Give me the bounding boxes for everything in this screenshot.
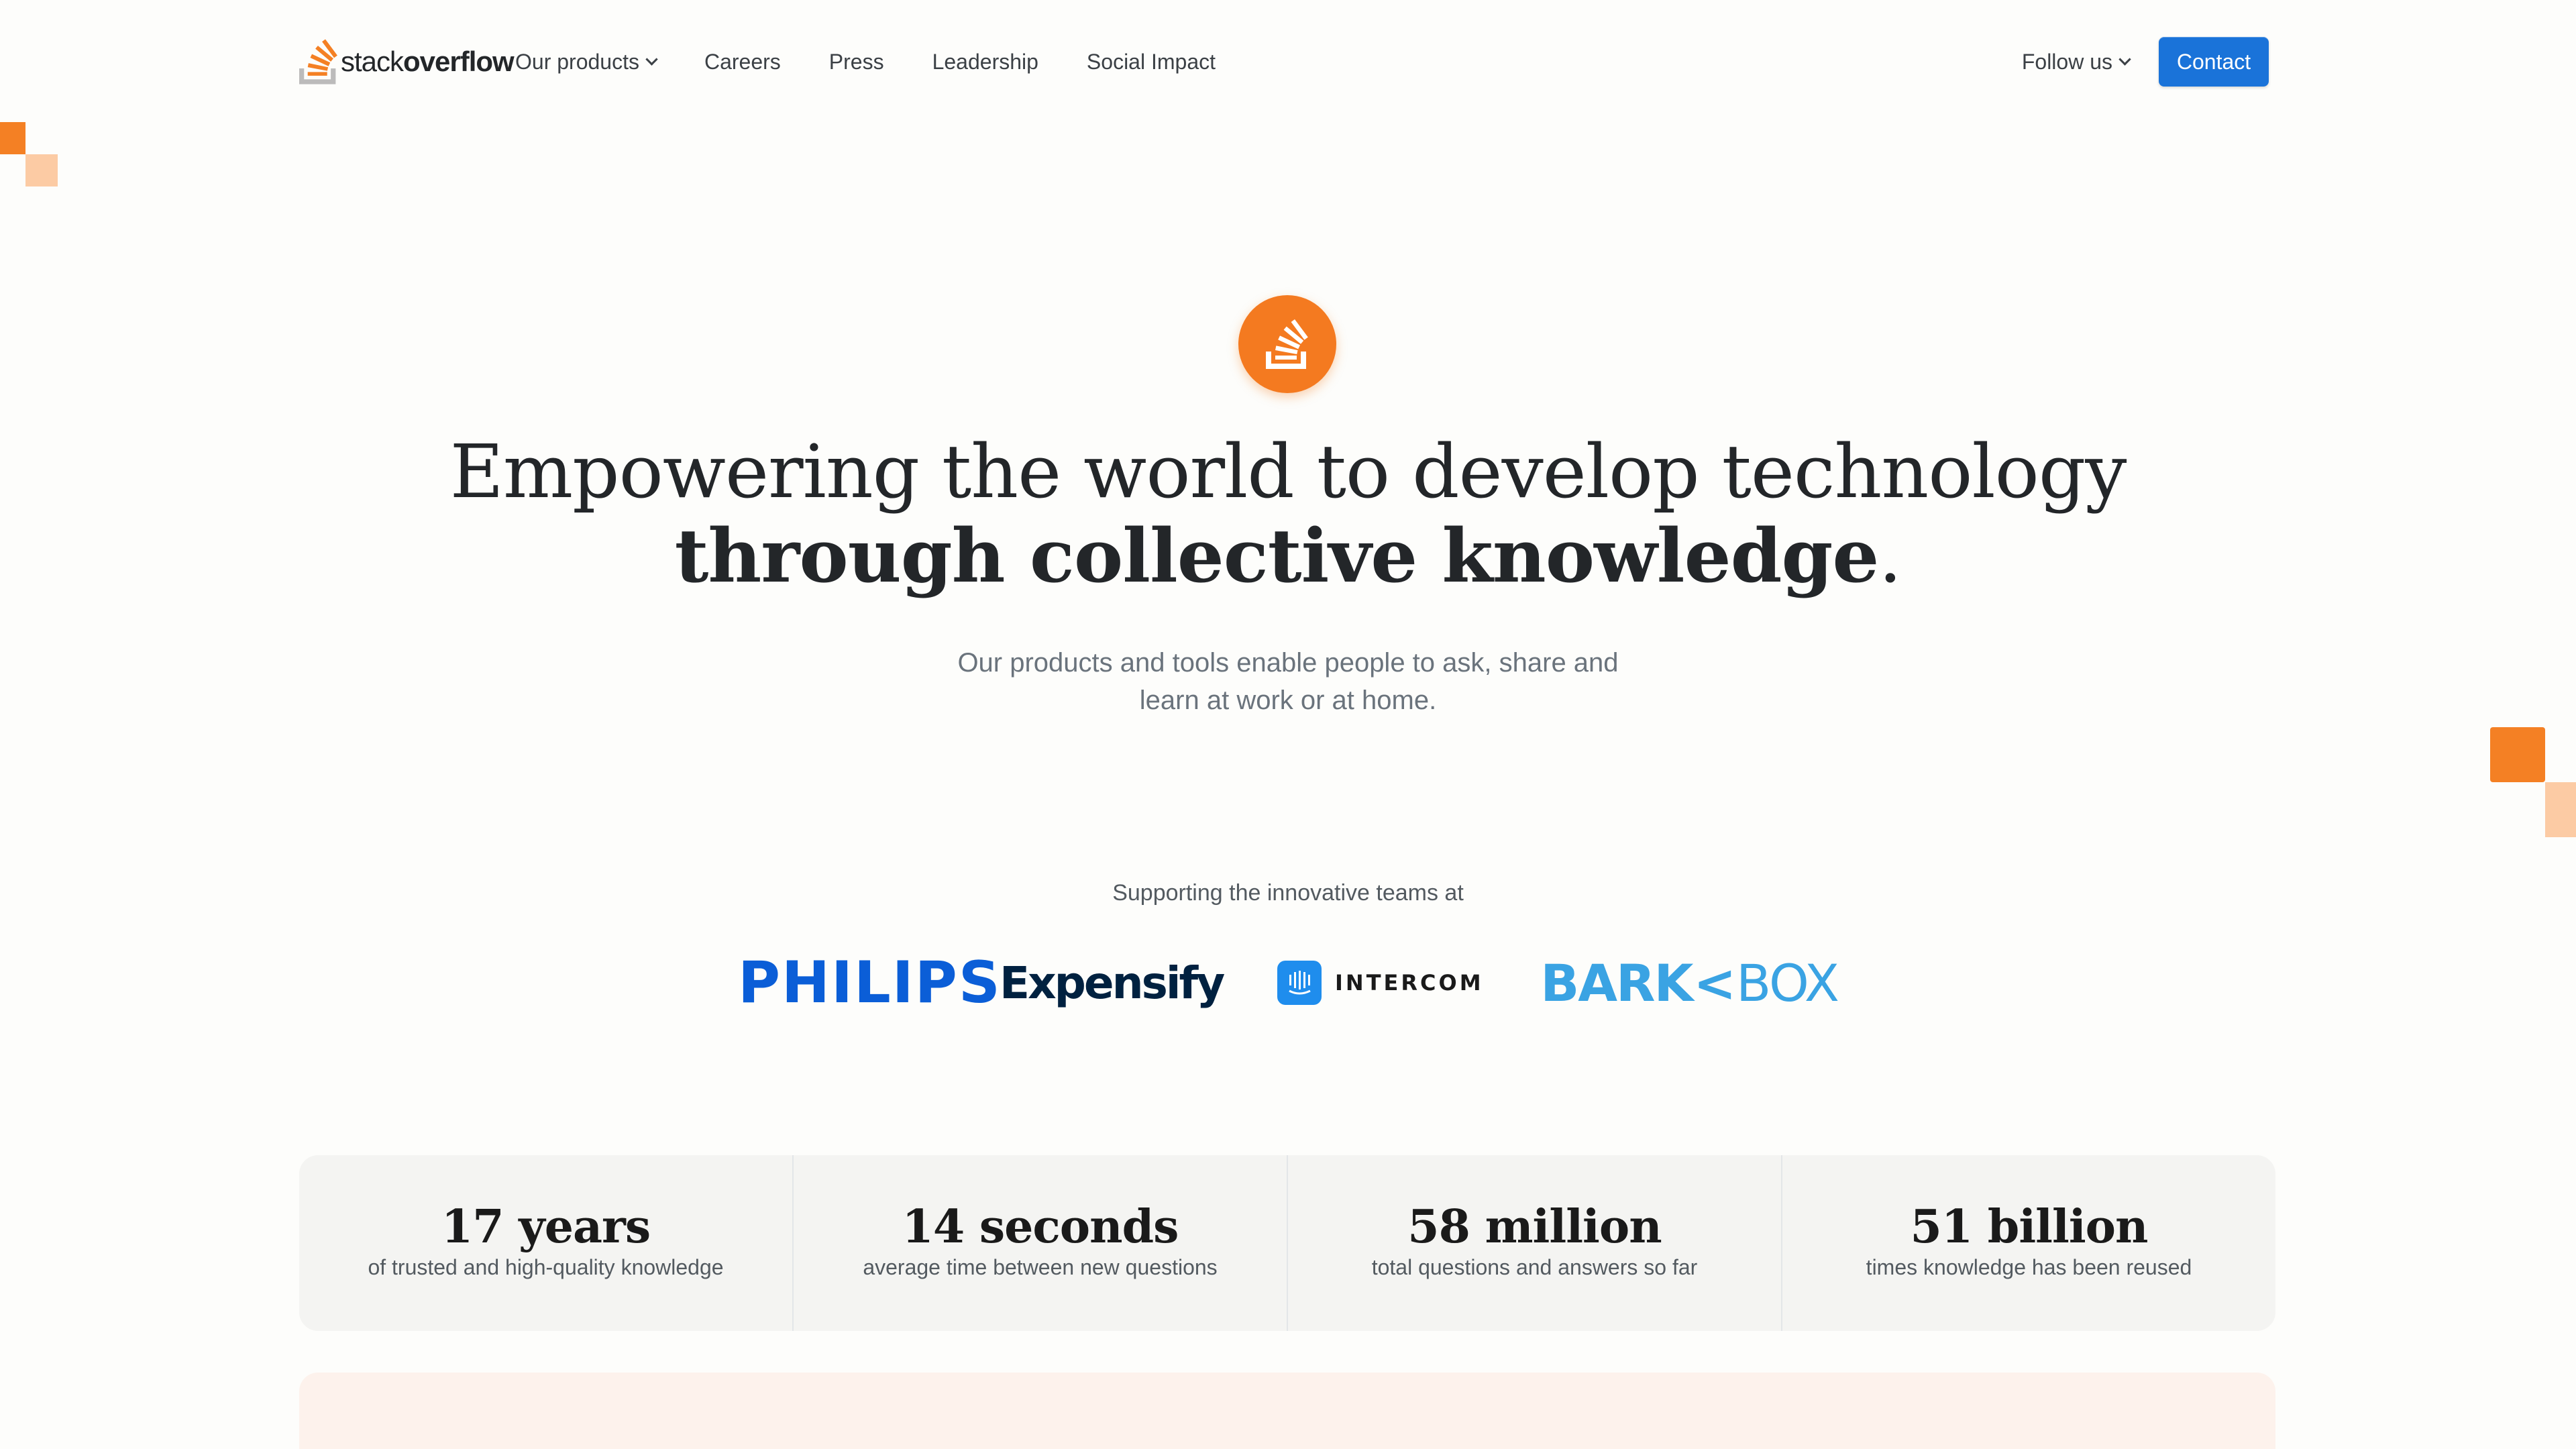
stat-value: 14 seconds bbox=[902, 1199, 1179, 1254]
chevron-down-icon bbox=[645, 52, 658, 66]
nav-our-products[interactable]: Our products bbox=[515, 49, 658, 74]
intercom-wordmark: INTERCOM bbox=[1335, 970, 1484, 996]
decorative-square bbox=[0, 122, 25, 154]
logo-wordmark: stackoverflow bbox=[341, 46, 515, 77]
follow-us-dropdown[interactable]: Follow us bbox=[2021, 49, 2131, 74]
subtext-line-1: Our products and tools enable people to … bbox=[957, 648, 1619, 678]
main-nav: Our products Careers Press Leadership So… bbox=[515, 50, 1264, 74]
intercom-logo: INTERCOM bbox=[1277, 961, 1540, 1005]
nav-leadership[interactable]: Leadership bbox=[932, 50, 1038, 74]
nav-label: Our products bbox=[515, 49, 639, 74]
stat-value: 51 billion bbox=[1910, 1199, 2149, 1254]
stackoverflow-logo-icon bbox=[299, 39, 337, 85]
nav-label: Press bbox=[828, 49, 884, 74]
nav-press[interactable]: Press bbox=[829, 50, 884, 74]
decorative-square bbox=[2490, 727, 2545, 782]
nav-label: Careers bbox=[704, 49, 781, 74]
decorative-square bbox=[25, 154, 58, 186]
supporting-teams-label: Supporting the innovative teams at bbox=[1112, 880, 1464, 906]
stat-label: times knowledge has been reused bbox=[1866, 1254, 2192, 1279]
headline-line-1: Empowering the world to develop technolo… bbox=[449, 429, 2127, 515]
nav-social-impact[interactable]: Social Impact bbox=[1087, 50, 1216, 74]
headline-bold: through collective knowledge bbox=[674, 513, 1880, 599]
stackoverflow-glyph-icon bbox=[1266, 319, 1308, 369]
site-header: stackoverflow Our products Careers Press… bbox=[299, 34, 2269, 90]
stat-seconds: 14 seconds average time between new ques… bbox=[794, 1155, 1288, 1331]
nav-label: Leadership bbox=[932, 49, 1038, 74]
stats-bar: 17 years of trusted and high-quality kno… bbox=[299, 1155, 2275, 1331]
headline-period: . bbox=[1878, 513, 1902, 599]
headline-line-2: through collective knowledge. bbox=[282, 513, 2294, 599]
barkbox-part1: BARK bbox=[1540, 953, 1693, 1013]
subtext-line-2: learn at work or at home. bbox=[1139, 686, 1437, 715]
header-actions: Follow us Contact bbox=[2022, 37, 2269, 87]
barkbox-logo: BARK < BOX bbox=[1540, 953, 1839, 1013]
decorative-square bbox=[2545, 782, 2576, 837]
philips-logo: PHILIPS bbox=[738, 949, 1002, 1016]
follow-us-label: Follow us bbox=[2021, 49, 2112, 74]
hero-headline: Empowering the world to develop technolo… bbox=[282, 429, 2294, 598]
intercom-icon bbox=[1277, 961, 1322, 1005]
stackoverflow-circle-icon bbox=[1238, 295, 1336, 393]
stat-value: 58 million bbox=[1407, 1199, 1662, 1254]
stat-label: total questions and answers so far bbox=[1371, 1254, 1698, 1279]
customer-logos: PHILIPS Expensify INTERCOM BARK < BOX bbox=[738, 949, 1839, 1016]
stat-label: of trusted and high-quality knowledge bbox=[368, 1254, 724, 1279]
next-section-panel bbox=[299, 1373, 2275, 1449]
barkbox-separator-icon: < bbox=[1693, 953, 1736, 1013]
stat-label: average time between new questions bbox=[863, 1254, 1218, 1279]
stackoverflow-logo[interactable]: stackoverflow bbox=[299, 34, 515, 90]
expensify-logo: Expensify bbox=[1000, 957, 1225, 1009]
chevron-down-icon bbox=[2118, 52, 2131, 66]
contact-button[interactable]: Contact bbox=[2159, 37, 2269, 87]
stat-value: 17 years bbox=[441, 1199, 651, 1254]
nav-careers[interactable]: Careers bbox=[704, 50, 781, 74]
stat-years: 17 years of trusted and high-quality kno… bbox=[299, 1155, 794, 1331]
barkbox-part2: BOX bbox=[1736, 953, 1839, 1013]
stat-questions: 58 million total questions and answers s… bbox=[1288, 1155, 1782, 1331]
hero-subtext: Our products and tools enable people to … bbox=[919, 644, 1657, 719]
nav-label: Social Impact bbox=[1086, 49, 1216, 74]
stat-reuse: 51 billion times knowledge has been reus… bbox=[1782, 1155, 2275, 1331]
